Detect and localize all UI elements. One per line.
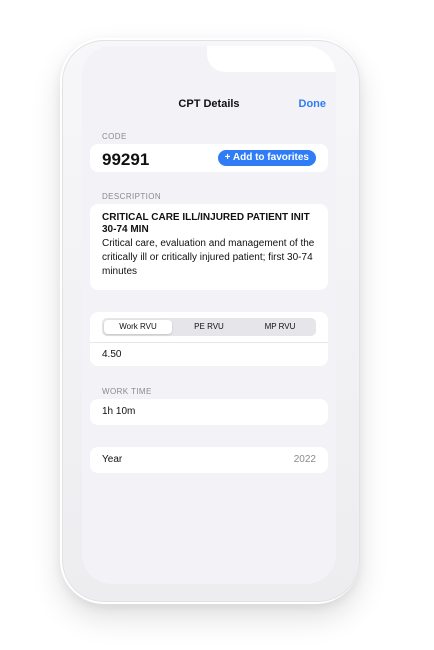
tab-work-rvu[interactable]: Work RVU xyxy=(104,320,172,334)
description-section-label: DESCRIPTION xyxy=(102,192,162,201)
phone-notch xyxy=(207,46,336,72)
work-time-section-label: WORK TIME xyxy=(102,387,152,396)
add-to-favorites-button[interactable]: + Add to favorites xyxy=(217,150,316,166)
description-card: CRITICAL CARE ILL/INJURED PATIENT INIT 3… xyxy=(90,204,328,290)
code-section-label: CODE xyxy=(102,132,127,141)
code-card: 99291 + Add to favorites xyxy=(90,144,328,172)
year-label: Year xyxy=(102,454,123,465)
divider xyxy=(90,342,328,343)
cpt-code-value: 99291 xyxy=(102,150,150,169)
year-row: Year 2022 xyxy=(90,447,328,473)
tab-mp-rvu[interactable]: MP RVU xyxy=(246,320,314,334)
year-value: 2022 xyxy=(293,454,316,465)
rvu-segmented-control: Work RVU PE RVU MP RVU xyxy=(102,318,316,336)
work-time-value: 1h 10m xyxy=(102,406,136,417)
work-time-card: 1h 10m xyxy=(90,399,328,425)
description-text: Critical care, evaluation and management… xyxy=(102,238,315,277)
rvu-value: 4.50 xyxy=(102,349,122,360)
navigation-bar: CPT Details Done xyxy=(82,96,336,116)
description-title: CRITICAL CARE ILL/INJURED PATIENT INIT 3… xyxy=(102,212,310,235)
rvu-card: Work RVU PE RVU MP RVU 4.50 xyxy=(90,312,328,366)
done-button[interactable]: Done xyxy=(299,98,327,110)
app-screen: CPT Details Done CODE 99291 + Add to fav… xyxy=(82,46,336,584)
tab-pe-rvu[interactable]: PE RVU xyxy=(175,320,243,334)
